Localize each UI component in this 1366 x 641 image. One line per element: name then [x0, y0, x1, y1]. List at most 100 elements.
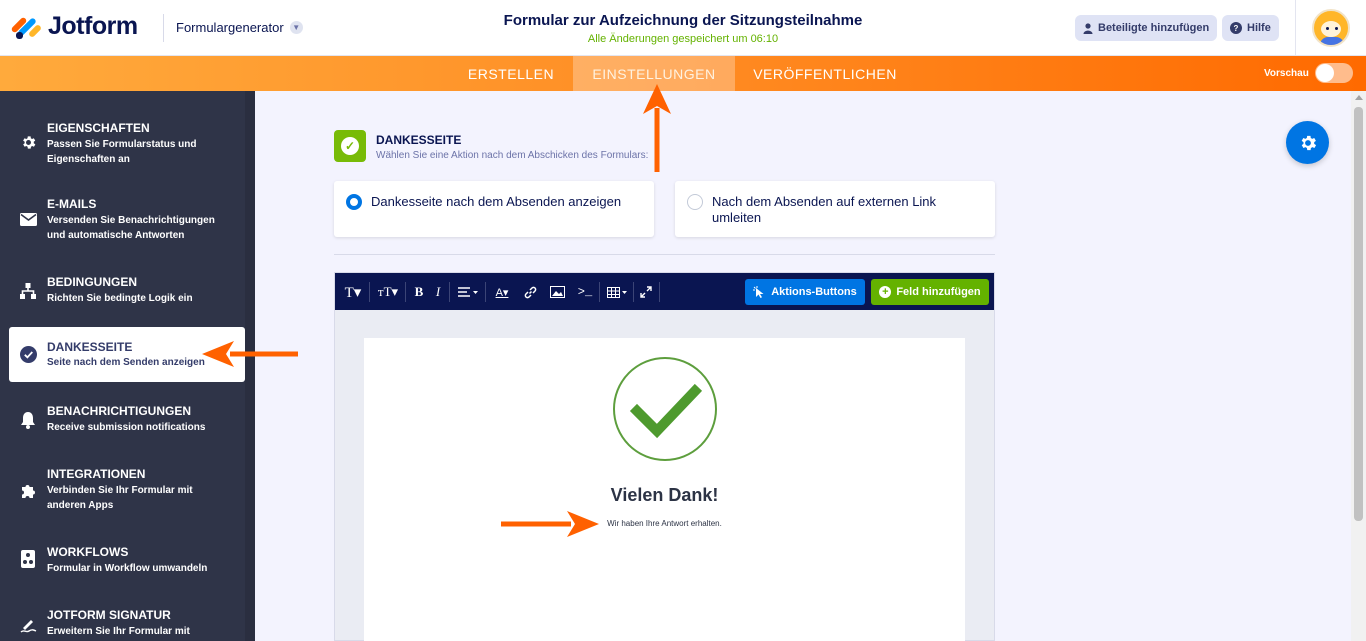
workflow-icon	[19, 550, 37, 568]
toolbar-separator	[369, 282, 370, 302]
sitemap-icon	[19, 282, 37, 300]
question-icon: ?	[1230, 22, 1242, 34]
section-subtitle: Wählen Sie eine Aktion nach dem Abschick…	[376, 150, 649, 161]
preview-label: Vorschau	[1264, 68, 1309, 79]
tab-einstellungen[interactable]: EINSTELLUNGEN	[573, 56, 735, 91]
avatar[interactable]	[1312, 9, 1350, 47]
check-icon: ✓	[341, 137, 359, 155]
scroll-up-icon[interactable]	[1355, 95, 1363, 100]
builder-navbar: ERSTELLEN EINSTELLUNGEN VERÖFFENTLICHEN …	[0, 56, 1366, 91]
sidebar-scrollbar[interactable]	[245, 91, 255, 641]
sidebar-item-jotform-signatur[interactable]: JOTFORM SIGNATUR Erweitern Sie Ihr Formu…	[9, 608, 245, 641]
add-field-button[interactable]: + Feld hinzufügen	[871, 279, 989, 305]
align-icon[interactable]	[455, 282, 481, 302]
font-family-icon[interactable]: T▾	[341, 282, 365, 302]
tab-erstellen[interactable]: ERSTELLEN	[456, 56, 566, 91]
tab-veroeffentlichen[interactable]: VERÖFFENTLICHEN	[745, 56, 905, 91]
envelope-icon	[19, 210, 37, 228]
bell-icon	[19, 411, 37, 429]
code-icon[interactable]: >_	[575, 282, 595, 302]
page-scrollbar[interactable]	[1351, 91, 1366, 641]
success-check-icon	[613, 357, 717, 461]
sidebar-item-desc: Richten Sie bedingte Logik ein	[47, 293, 193, 304]
option-show-thankyou-page[interactable]: Dankesseite nach dem Absenden anzeigen	[334, 181, 654, 237]
sidebar-item-desc: Receive submission notifications	[47, 422, 206, 433]
user-menu[interactable]	[1295, 0, 1366, 56]
jotform-logo-icon	[10, 14, 43, 40]
option-redirect-external[interactable]: Nach dem Absenden auf externen Link umle…	[675, 181, 995, 237]
toolbar-separator	[449, 282, 450, 302]
signature-icon	[19, 615, 37, 633]
sidebar-item-bedingungen[interactable]: BEDINGUNGEN Richten Sie bedingte Logik e…	[9, 275, 245, 305]
sidebar-item-dankesseite[interactable]: DANKESSEITE Seite nach dem Senden anzeig…	[9, 327, 245, 382]
sidebar-item-desc: Erweitern Sie Ihr Formular mit Jotform	[47, 626, 190, 637]
sidebar-item-title: DANKESSEITE	[47, 340, 133, 354]
cursor-click-icon	[753, 286, 764, 298]
bold-icon[interactable]: B	[411, 282, 427, 302]
toolbar-separator	[633, 282, 634, 302]
editor-toolbar: T▾ ᴛT▾ B I A▾ >_ Aktions-Buttons + Feld …	[335, 273, 994, 310]
gear-icon	[19, 133, 37, 151]
sidebar-item-title: BENACHRICHTIGUNGEN	[47, 404, 191, 418]
sidebar-item-title: E-MAILS	[47, 197, 97, 211]
generator-dropdown[interactable]: Formulargenerator ▼	[176, 20, 303, 35]
sidebar-item-title: JOTFORM SIGNATUR	[47, 608, 171, 622]
jotform-logo[interactable]: Jotform	[10, 12, 138, 41]
gear-icon	[1301, 135, 1316, 150]
settings-fab-button[interactable]	[1286, 121, 1329, 164]
sidebar-item-workflows[interactable]: WORKFLOWS Formular in Workflow umwandeln	[9, 545, 245, 575]
user-icon	[1083, 22, 1093, 34]
preview-toggle[interactable]	[1315, 63, 1353, 83]
brand-name: Jotform	[48, 12, 138, 40]
sidebar-item-title: INTEGRATIONEN	[47, 467, 146, 481]
chevron-down-icon: ▼	[289, 21, 303, 34]
table-icon[interactable]	[605, 282, 629, 302]
sidebar-item-eigenschaften[interactable]: EIGENSCHAFTEN Passen Sie Formularstatus …	[9, 121, 245, 165]
font-size-icon[interactable]: ᴛT▾	[375, 282, 401, 302]
plus-icon: +	[879, 286, 892, 298]
puzzle-icon	[19, 481, 37, 499]
check-circle-icon	[19, 345, 37, 363]
header-divider	[163, 14, 164, 42]
sidebar-item-title: WORKFLOWS	[47, 545, 129, 559]
sidebar-item-desc: Verbinden Sie Ihr Formular mit anderen A…	[47, 485, 193, 511]
radio-redirect[interactable]	[687, 194, 703, 210]
section-title: DANKESSEITE	[376, 133, 462, 147]
sidebar-item-integrationen[interactable]: INTEGRATIONEN Verbinden Sie Ihr Formular…	[9, 467, 245, 511]
toolbar-separator	[405, 282, 406, 302]
help-label: Hilfe	[1247, 22, 1271, 34]
settings-sidebar: EIGENSCHAFTEN Passen Sie Formularstatus …	[0, 91, 255, 641]
image-icon[interactable]	[547, 282, 567, 302]
sidebar-item-title: EIGENSCHAFTEN	[47, 121, 150, 135]
fullscreen-icon[interactable]	[637, 282, 655, 302]
text-color-icon[interactable]: A▾	[491, 282, 513, 302]
add-participants-button[interactable]: Beteiligte hinzufügen	[1075, 15, 1218, 41]
sidebar-item-title: BEDINGUNGEN	[47, 275, 138, 289]
add-field-label: Feld hinzufügen	[896, 286, 981, 298]
thankyou-editor: T▾ ᴛT▾ B I A▾ >_ Aktions-Buttons + Feld …	[334, 272, 995, 641]
thankyou-section-icon: ✓	[334, 130, 366, 162]
thankyou-preview-canvas[interactable]: Vielen Dank! Wir haben Ihre Antwort erha…	[364, 338, 965, 641]
toolbar-separator	[659, 282, 660, 302]
scrollbar-thumb[interactable]	[1354, 107, 1363, 521]
link-icon[interactable]	[521, 282, 539, 302]
help-button[interactable]: ? Hilfe	[1222, 15, 1279, 41]
toolbar-separator	[599, 282, 600, 302]
thankyou-message[interactable]: Wir haben Ihre Antwort erhalten.	[364, 519, 965, 528]
sidebar-item-benachrichtigungen[interactable]: BENACHRICHTIGUNGEN Receive submission no…	[9, 404, 245, 434]
option-redirect-label: Nach dem Absenden auf externen Link umle…	[712, 194, 937, 225]
sidebar-item-emails[interactable]: E-MAILS Versenden Sie Benachrichtigungen…	[9, 197, 245, 241]
action-buttons-button[interactable]: Aktions-Buttons	[745, 279, 865, 305]
sidebar-item-desc: Versenden Sie Benachrichtigungen und aut…	[47, 215, 215, 241]
radio-show-thankyou[interactable]	[346, 194, 362, 210]
action-buttons-label: Aktions-Buttons	[771, 286, 857, 298]
option-show-label: Dankesseite nach dem Absenden anzeigen	[371, 194, 622, 209]
italic-icon[interactable]: I	[431, 282, 445, 302]
sidebar-item-desc: Seite nach dem Senden anzeigen	[47, 357, 205, 368]
sidebar-item-desc: Passen Sie Formularstatus und Eigenschaf…	[47, 139, 197, 165]
section-divider	[334, 254, 995, 255]
top-header: Jotform Formulargenerator ▼ Formular zur…	[0, 0, 1366, 56]
thankyou-heading[interactable]: Vielen Dank!	[364, 485, 965, 506]
toolbar-separator	[485, 282, 486, 302]
sidebar-item-desc: Formular in Workflow umwandeln	[47, 563, 208, 574]
